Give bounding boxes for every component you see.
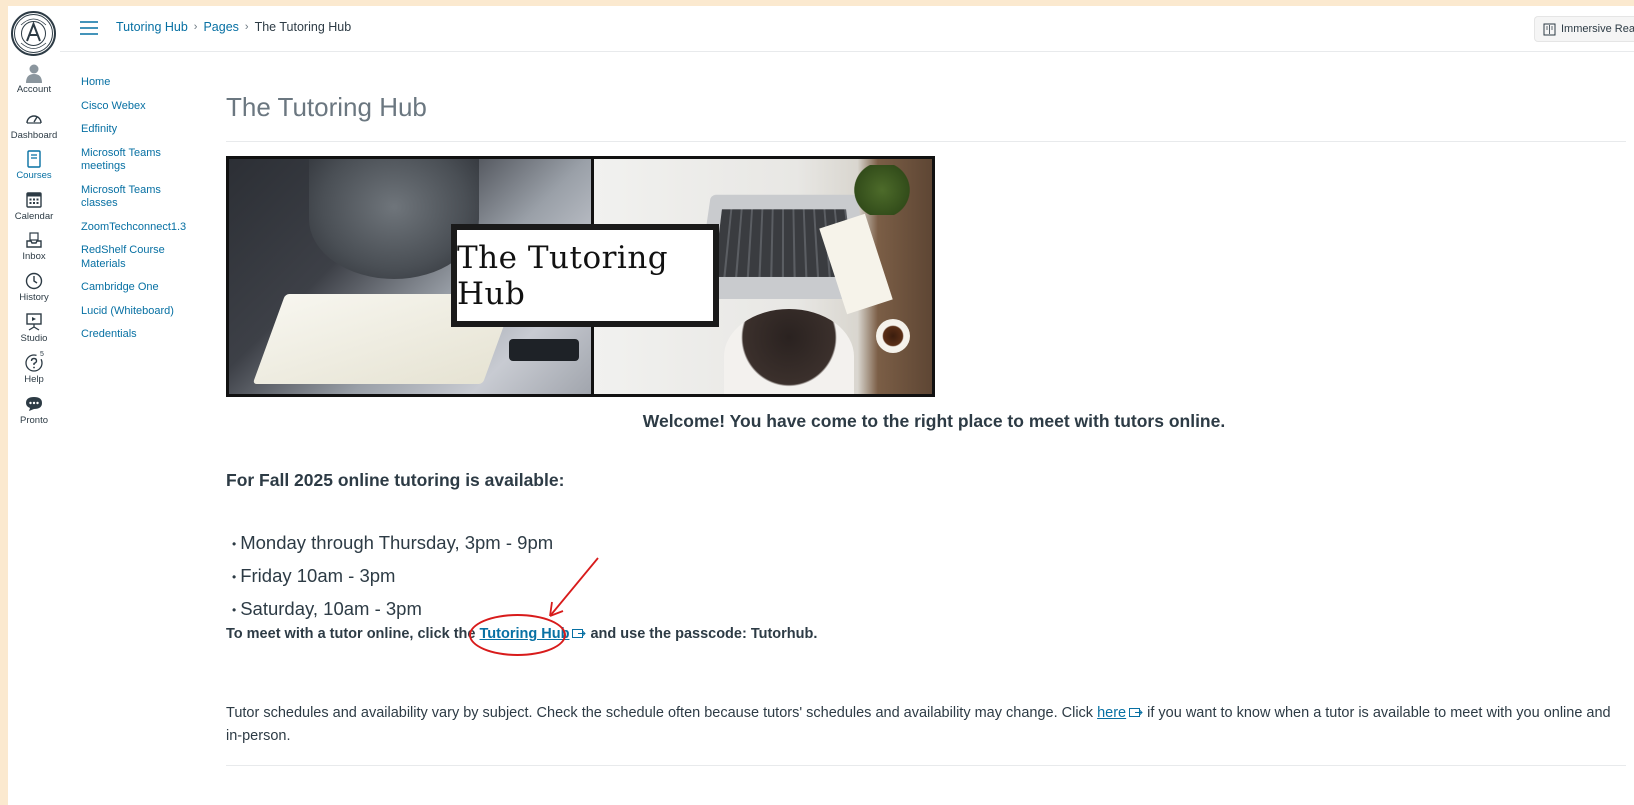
list-item-dot: • — [232, 537, 237, 552]
red-arrow-annotation — [549, 557, 599, 617]
fall-heading: For Fall 2025 online tutoring is availab… — [226, 470, 565, 490]
history-clock-icon — [25, 272, 43, 290]
course-nav: Home Cisco Webex Edfinity Microsoft Team… — [81, 76, 191, 352]
welcome-message: Welcome! You have come to the right plac… — [642, 411, 1226, 431]
global-nav-label: Inbox — [22, 251, 46, 262]
course-nav-teams-classes[interactable]: Microsoft Teams classes — [81, 184, 191, 211]
list-item: • Saturday, 10am - 3pm — [226, 593, 1626, 626]
calendar-icon — [26, 192, 42, 208]
list-item-text: Saturday, 10am - 3pm — [240, 598, 422, 620]
global-nav-label: Calendar — [14, 211, 54, 222]
list-item-text: Monday through Thursday, 3pm - 9pm — [240, 532, 554, 553]
meet-instructions: To meet with a tutor online, click the T… — [226, 614, 1626, 657]
user-avatar-icon — [26, 64, 42, 83]
global-nav-calendar[interactable]: Calendar — [8, 190, 60, 222]
course-nav-teams-meetings[interactable]: Microsoft Teams meetings — [81, 147, 191, 174]
global-nav-inbox[interactable]: Inbox — [8, 230, 60, 262]
global-nav-label: History — [19, 292, 49, 303]
meet-suffix: and use the passcode: Tutorhub. — [586, 626, 818, 643]
pronto-chat-icon — [26, 397, 42, 411]
college-logo-icon[interactable] — [11, 11, 56, 56]
course-nav-cisco-webex[interactable]: Cisco Webex — [81, 100, 191, 114]
course-nav-edfinity[interactable]: Edfinity — [81, 123, 191, 137]
course-nav-zoom[interactable]: ZoomTechconnect1.3 — [81, 221, 191, 235]
external-link-icon — [572, 629, 587, 639]
course-nav-home[interactable]: Home — [81, 76, 191, 90]
global-nav-pronto[interactable]: Pronto — [8, 394, 60, 426]
studio-icon — [26, 313, 42, 331]
chevron-right-icon: › — [244, 21, 249, 33]
main-content: The Tutoring Hub The Tutoring Hub Welcom… — [226, 56, 1626, 767]
schedule-here-link[interactable]: here — [1097, 705, 1126, 721]
list-item: • Monday through Thursday, 3pm - 9pm — [226, 527, 1626, 560]
inbox-icon — [26, 232, 42, 248]
banner-title-box: The Tutoring Hub — [451, 224, 719, 327]
banner-phone — [509, 339, 579, 361]
global-nav-label: Help — [24, 374, 44, 385]
breadcrumb-current: The Tutoring Hub — [254, 20, 352, 34]
schedule-note: Tutor schedules and availability vary by… — [226, 702, 1626, 767]
global-nav-dashboard[interactable]: Dashboard — [8, 109, 60, 141]
breadcrumb-course[interactable]: Tutoring Hub — [116, 20, 188, 34]
course-nav-credentials[interactable]: Credentials — [81, 328, 191, 342]
immersive-reader-button[interactable]: Immersive Reader — [1534, 16, 1634, 42]
canvas-page: Account Dashboard Courses Calendar Inbox… — [8, 6, 1634, 805]
chevron-right-icon: › — [193, 21, 198, 33]
banner-plant — [852, 165, 912, 215]
breadcrumb: Tutoring Hub › Pages › The Tutoring Hub — [116, 20, 351, 34]
external-link-icon — [1129, 708, 1143, 718]
dashboard-gauge-icon — [26, 115, 42, 124]
course-nav-cambridge-one[interactable]: Cambridge One — [81, 281, 191, 295]
banner-notebook — [819, 213, 893, 315]
immersive-reader-icon — [1543, 23, 1556, 35]
banner-title: The Tutoring Hub — [455, 228, 715, 323]
banner-cup — [876, 319, 910, 353]
global-nav-label: Account — [16, 84, 52, 95]
list-item-text: Friday 10am - 3pm — [240, 565, 396, 587]
banner-person — [724, 309, 854, 394]
global-nav-studio[interactable]: Studio — [8, 312, 60, 344]
global-nav-label: Dashboard — [10, 130, 58, 141]
tutoring-hub-banner-image: The Tutoring Hub — [226, 156, 935, 397]
list-item-dot: • — [232, 570, 237, 585]
meet-prefix: To meet with a tutor online, click the — [226, 626, 480, 643]
help-badge: 5 — [40, 351, 44, 358]
course-nav-redshelf[interactable]: RedShelf Course Materials — [81, 244, 191, 271]
global-nav-help[interactable]: 5 Help — [8, 351, 60, 385]
schedule-prefix: Tutor schedules and availability vary by… — [226, 705, 1098, 722]
global-nav-courses[interactable]: Courses — [8, 149, 60, 181]
tutoring-hub-link[interactable]: Tutoring Hub — [480, 626, 570, 642]
global-nav-label: Studio — [20, 333, 48, 344]
page-title: The Tutoring Hub — [226, 92, 1626, 142]
course-nav-lucid[interactable]: Lucid (Whiteboard) — [81, 305, 191, 319]
global-nav-history[interactable]: History — [8, 271, 60, 303]
global-nav-label: Pronto — [20, 415, 48, 426]
list-item: • Friday 10am - 3pm — [226, 560, 1626, 593]
hamburger-menu-icon[interactable] — [80, 20, 98, 36]
hours-list: • Monday through Thursday, 3pm - 9pm • Fri… — [226, 527, 1626, 626]
page-header: Tutoring Hub › Pages › The Tutoring Hub … — [60, 6, 1634, 52]
global-nav-label: Courses — [16, 170, 52, 181]
courses-book-icon — [27, 150, 41, 168]
list-item-dot: • — [232, 603, 237, 618]
global-nav-account[interactable]: Account — [8, 63, 60, 95]
global-nav: Account Dashboard Courses Calendar Inbox… — [8, 6, 60, 805]
immersive-reader-label: Immersive Reader — [1561, 23, 1634, 35]
breadcrumb-pages[interactable]: Pages — [203, 20, 238, 34]
